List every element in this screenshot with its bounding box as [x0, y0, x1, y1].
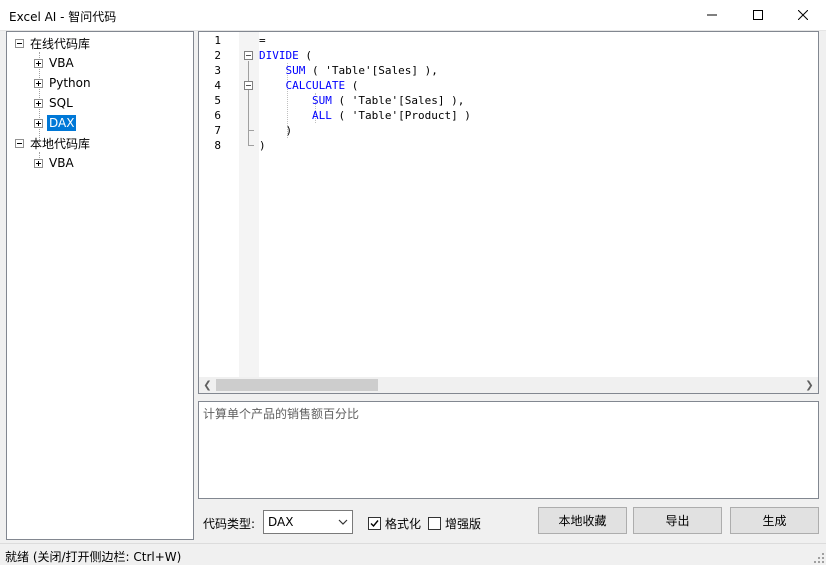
chevron-down-icon [338, 519, 348, 525]
code-text: ( 'Table'[Sales] ), [331, 94, 465, 107]
minimize-icon [707, 14, 717, 16]
code-line[interactable]: SUM ( 'Table'[Sales] ), [259, 93, 464, 108]
export-button[interactable]: 导出 [633, 507, 722, 534]
code-keyword: DIVIDE [259, 49, 299, 62]
scrollbar-thumb[interactable] [216, 379, 378, 391]
code-text: = [259, 34, 266, 47]
code-keyword: SUM [285, 64, 306, 77]
generate-button[interactable]: 生成 [730, 507, 819, 534]
title-bar: Excel AI - 智问代码 [0, 0, 826, 31]
tree-item-label[interactable]: VBA [47, 155, 76, 171]
horizontal-scrollbar[interactable]: ❮ ❯ [199, 377, 818, 393]
enhanced-checkbox[interactable]: 增强版 [428, 515, 481, 532]
status-bar: 就绪 (关闭/打开侧边栏: Ctrl+W) [0, 543, 826, 565]
tree-group-local[interactable]: 本地代码库 [15, 133, 92, 153]
line-number: 3 [214, 64, 221, 77]
expand-icon[interactable] [34, 98, 43, 108]
code-library-tree[interactable]: 在线代码库 VBA Python SQL DAX 本地代码库 VBA [6, 31, 194, 540]
line-number: 6 [214, 109, 221, 122]
code-text: ( 'Table'[Sales] ), [305, 64, 438, 77]
tree-item-online-sql[interactable]: SQL [34, 93, 75, 113]
format-checkbox[interactable]: 格式化 [368, 515, 421, 532]
line-number: 5 [214, 94, 221, 107]
scroll-left-icon[interactable]: ❮ [199, 377, 216, 393]
checkbox-box[interactable] [368, 517, 381, 530]
code-editor[interactable]: 1 2 3 4 5 6 7 8 = DIVIDE ( SUM ( 'Table'[… [198, 31, 819, 394]
scroll-right-icon[interactable]: ❯ [801, 377, 818, 393]
line-number: 2 [214, 49, 221, 62]
code-line[interactable]: CALCULATE ( [259, 78, 359, 93]
code-type-select[interactable]: DAX [263, 510, 353, 534]
tree-item-online-vba[interactable]: VBA [34, 53, 76, 73]
fold-end [248, 130, 254, 131]
window-title: Excel AI - 智问代码 [9, 10, 117, 24]
expand-icon[interactable] [34, 78, 43, 88]
tree-item-label[interactable]: SQL [47, 95, 75, 111]
expand-icon[interactable] [34, 118, 43, 128]
fold-collapse-icon[interactable] [244, 51, 253, 60]
tree-group-label[interactable]: 在线代码库 [28, 34, 92, 53]
line-number: 1 [214, 34, 221, 47]
fold-collapse-icon[interactable] [244, 81, 253, 90]
code-text: ) [259, 124, 293, 137]
checkmark-icon [370, 520, 379, 528]
description-input[interactable]: 计算单个产品的销售额百分比 [198, 401, 819, 499]
code-line[interactable]: ALL ( 'Table'[Product] ) [259, 108, 471, 123]
code-area[interactable]: = DIVIDE ( SUM ( 'Table'[Sales] ), CALCUL… [259, 32, 818, 377]
fold-end [248, 145, 254, 146]
code-line[interactable]: ) [259, 123, 292, 138]
close-icon [798, 10, 808, 20]
tree-item-label[interactable]: VBA [47, 55, 76, 71]
line-number-gutter: 1 2 3 4 5 6 7 8 [199, 32, 239, 377]
code-keyword: CALCULATE [285, 79, 346, 92]
code-type-value: DAX [268, 515, 294, 529]
code-line[interactable]: ) [259, 138, 266, 153]
expand-icon[interactable] [34, 58, 43, 68]
code-text: ) [259, 139, 266, 152]
collapse-icon[interactable] [15, 38, 24, 48]
tree-item-label-selected[interactable]: DAX [47, 115, 77, 131]
tree-item-online-python[interactable]: Python [34, 73, 93, 93]
line-number: 7 [214, 124, 221, 137]
checkbox-box[interactable] [428, 517, 441, 530]
maximize-icon [753, 10, 763, 20]
code-line[interactable]: DIVIDE ( [259, 48, 312, 63]
line-number: 8 [214, 139, 221, 152]
collapse-icon[interactable] [15, 138, 24, 148]
code-keyword: SUM [311, 94, 332, 107]
code-line[interactable]: SUM ( 'Table'[Sales] ), [259, 63, 438, 78]
code-text: ( 'Table'[Product] ) [331, 109, 471, 122]
maximize-button[interactable] [735, 0, 781, 30]
line-number: 4 [214, 79, 221, 92]
tree-item-label[interactable]: Python [47, 75, 93, 91]
expand-icon[interactable] [34, 158, 43, 168]
code-text: ( [345, 79, 359, 92]
save-local-button[interactable]: 本地收藏 [538, 507, 627, 534]
code-type-label: 代码类型: [203, 517, 256, 531]
close-button[interactable] [780, 0, 826, 30]
minimize-button[interactable] [689, 0, 735, 30]
tree-item-online-dax[interactable]: DAX [34, 113, 77, 133]
tree-group-online[interactable]: 在线代码库 [15, 33, 92, 53]
enhanced-label[interactable]: 增强版 [445, 515, 481, 532]
tree-item-local-vba[interactable]: VBA [34, 153, 76, 173]
fold-line [248, 61, 249, 146]
code-line[interactable]: = [259, 33, 266, 48]
resize-grip-icon[interactable] [814, 553, 824, 563]
tree-group-label[interactable]: 本地代码库 [28, 134, 92, 153]
status-text: 就绪 (关闭/打开侧边栏: Ctrl+W) [5, 550, 182, 564]
code-keyword: ALL [311, 109, 332, 122]
code-text: ( [298, 49, 312, 62]
format-label[interactable]: 格式化 [385, 515, 421, 532]
description-text[interactable]: 计算单个产品的销售额百分比 [203, 405, 359, 422]
